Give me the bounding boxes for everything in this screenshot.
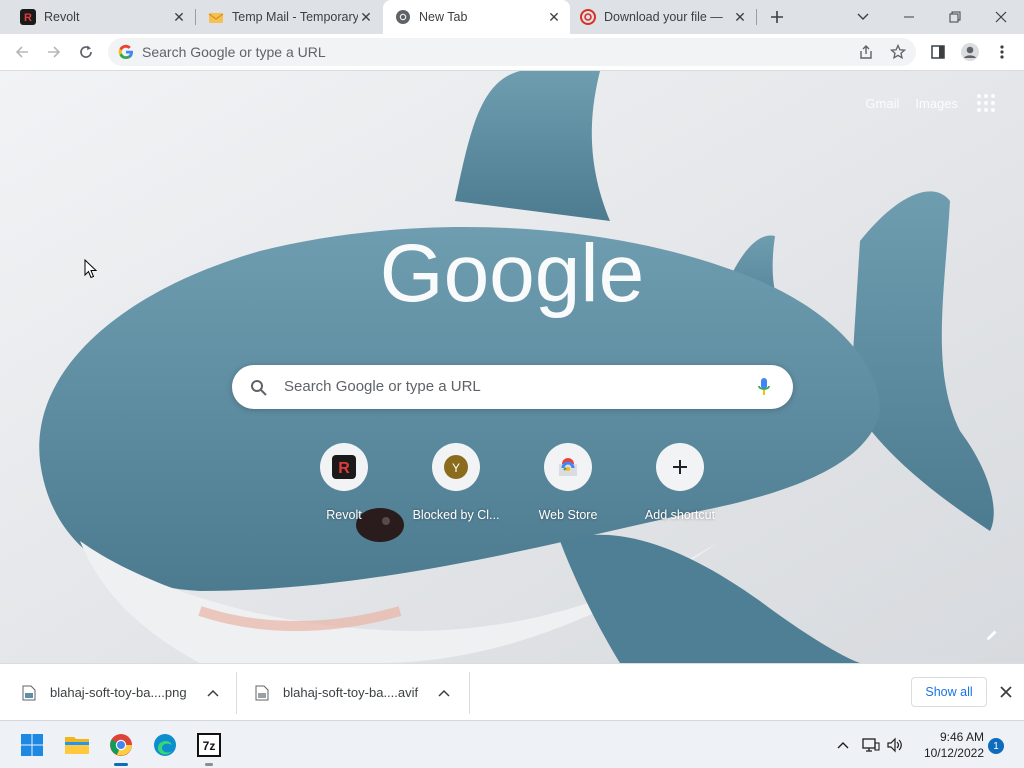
tab-download[interactable]: Download your file — ✕ [570, 0, 756, 34]
tab-close-icon[interactable]: ✕ [358, 9, 374, 25]
google-logo-text: Google [380, 228, 644, 319]
download-shelf: blahaj-soft-toy-ba....png blahaj-soft-to… [0, 663, 1024, 720]
download-item[interactable]: blahaj-soft-toy-ba....png [22, 664, 236, 721]
tab-close-icon[interactable]: ✕ [546, 9, 562, 25]
show-all-downloads-button[interactable]: Show all [911, 677, 987, 707]
shortcut-revolt[interactable]: R Revolt [288, 443, 400, 527]
7zip-icon-label: 7z [203, 739, 216, 753]
web-store-icon [544, 443, 592, 491]
revolt-icon: R [20, 9, 36, 25]
download-filename: blahaj-soft-toy-ba....avif [283, 685, 419, 700]
tab-title: New Tab [419, 10, 468, 24]
search-placeholder: Search Google or type a URL [284, 378, 481, 395]
shortcut-label: Blocked by Cl... [412, 508, 500, 522]
windows-taskbar: 7z 9:46 AM 10/12/2022 1 [0, 720, 1024, 768]
download-filename: blahaj-soft-toy-ba....png [50, 685, 187, 700]
gmail-link[interactable]: Gmail [865, 96, 899, 111]
network-icon[interactable] [860, 733, 882, 757]
address-bar-placeholder: Search Google or type a URL [142, 44, 326, 60]
new-tab-page: Gmail Images Google Search Google or typ… [0, 71, 1024, 663]
show-hidden-icons-chevron-icon[interactable] [832, 733, 854, 757]
tab-close-icon[interactable]: ✕ [732, 9, 748, 25]
download-item[interactable]: blahaj-soft-toy-ba....avif [255, 664, 469, 721]
reload-button[interactable] [72, 38, 100, 66]
edge-icon[interactable] [149, 729, 181, 761]
close-window-button[interactable] [978, 0, 1024, 34]
tab-title: Revolt [44, 10, 80, 24]
file-explorer-icon[interactable] [61, 729, 93, 761]
download-separator [236, 672, 237, 714]
forward-button[interactable] [40, 38, 68, 66]
blocked-shortcut-letter: Y [452, 461, 460, 475]
voice-search-mic-icon[interactable] [757, 377, 771, 402]
google-g-icon [118, 44, 134, 60]
tab-search-button[interactable] [840, 0, 886, 34]
mouse-cursor-icon [84, 259, 98, 279]
browser-toolbar: Search Google or type a URL [0, 34, 1024, 71]
clock-time: 9:46 AM [939, 730, 984, 744]
windows-start-icon[interactable] [16, 729, 48, 761]
chevron-up-icon[interactable] [205, 685, 221, 701]
search-icon [250, 379, 268, 402]
letter-y-avatar-icon: Y [432, 443, 480, 491]
back-button[interactable] [8, 38, 36, 66]
menu-kebab-icon[interactable] [988, 38, 1016, 66]
tempmail-icon [208, 9, 224, 25]
clock-date: 10/12/2022 [923, 746, 984, 760]
notification-badge[interactable]: 1 [988, 738, 1004, 754]
shortcut-label: Add shortcut [644, 508, 716, 522]
images-link[interactable]: Images [915, 96, 958, 111]
tab-strip: R Revolt ✕ Temp Mail - Temporary ✕ New T… [0, 0, 1024, 34]
file-icon [255, 685, 269, 701]
tab-tempmail[interactable]: Temp Mail - Temporary ✕ [196, 0, 382, 34]
revolt-shortcut-icon: R [320, 443, 368, 491]
profile-avatar-icon[interactable] [956, 38, 984, 66]
side-panel-icon[interactable] [924, 38, 952, 66]
download-separator [469, 672, 470, 714]
tab-new-tab[interactable]: New Tab ✕ [383, 0, 570, 34]
ntp-top-links: Gmail Images [865, 91, 998, 115]
bookmark-star-icon[interactable] [884, 38, 912, 66]
shortcut-web-store[interactable]: Web Store [512, 443, 624, 527]
tab-title: Temp Mail - Temporary [232, 10, 358, 24]
download-site-icon [580, 9, 596, 25]
tab-title: Download your file — [604, 10, 723, 24]
taskbar-clock[interactable]: 9:46 AM 10/12/2022 [912, 729, 984, 761]
google-apps-grid-icon[interactable] [974, 91, 998, 115]
google-logo: Google [380, 228, 644, 319]
chrome-icon [395, 9, 411, 25]
share-icon[interactable] [852, 38, 880, 66]
chevron-up-icon[interactable] [436, 685, 452, 701]
tab-separator [756, 9, 757, 25]
7zip-running-indicator [205, 763, 213, 766]
shortcut-blocked[interactable]: Y Blocked by Cl... [400, 443, 512, 527]
customize-pencil-icon[interactable] [980, 623, 1004, 647]
close-shelf-icon[interactable] [996, 682, 1016, 702]
ntp-search-box[interactable]: Search Google or type a URL [232, 365, 793, 409]
7zip-icon[interactable]: 7z [193, 729, 225, 761]
new-tab-button[interactable] [765, 5, 789, 29]
add-icon [656, 443, 704, 491]
shortcut-add[interactable]: Add shortcut [624, 443, 736, 527]
minimize-button[interactable] [886, 0, 932, 34]
shortcut-label: Revolt [326, 508, 362, 522]
address-bar[interactable]: Search Google or type a URL [108, 38, 916, 66]
tab-revolt[interactable]: R Revolt ✕ [0, 0, 195, 34]
file-icon [22, 685, 36, 701]
volume-icon[interactable] [884, 733, 906, 757]
chrome-taskbar-icon[interactable] [105, 729, 137, 761]
tab-close-icon[interactable]: ✕ [171, 9, 187, 25]
revolt-shortcut-letter: R [338, 460, 350, 477]
shortcut-label: Web Store [538, 508, 598, 522]
restore-button[interactable] [932, 0, 978, 34]
svg-text:R: R [24, 12, 32, 24]
chrome-active-indicator [114, 763, 128, 766]
